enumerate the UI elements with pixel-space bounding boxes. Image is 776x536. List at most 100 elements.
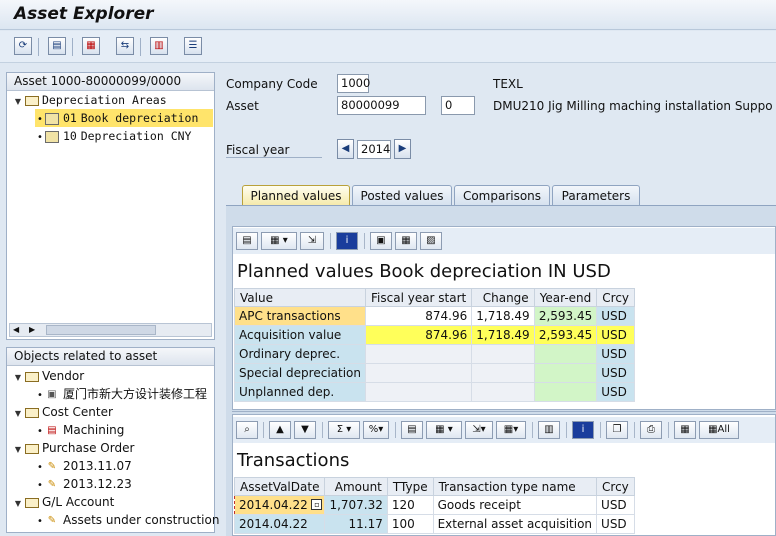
list-icon[interactable]: ☰ [184, 37, 202, 55]
fiscal-year-field[interactable]: 2014 [357, 140, 391, 159]
expand-triangle-icon[interactable]: ▼ [13, 441, 23, 459]
column-header[interactable]: Crcy [596, 477, 635, 496]
asset-number-field[interactable]: 80000099 [337, 96, 426, 115]
table-row[interactable]: 2014.04.22 11.17 100 External asset acqu… [233, 514, 635, 534]
export-icon[interactable]: ⇲▾ [465, 421, 493, 439]
calculator-icon[interactable]: ▦ [395, 232, 417, 250]
table-row[interactable]: Ordinary deprec. USD [234, 344, 636, 364]
column-header[interactable]: Value [234, 288, 366, 307]
info-icon[interactable]: i [336, 232, 358, 250]
purchase-order-item[interactable]: • ✎ 2013.11.07 [35, 457, 132, 475]
cost-center-node[interactable]: ▼ Cost Center [13, 403, 113, 421]
title-bar: Asset Explorer [0, 0, 776, 30]
transfer-icon[interactable]: ⇆ [116, 37, 134, 55]
tab-parameters[interactable]: Parameters [552, 185, 640, 206]
table-row[interactable]: Special depreciation USD [234, 363, 636, 383]
expand-triangle-icon[interactable]: ▼ [13, 369, 23, 387]
row-label: Special depreciation [234, 363, 366, 383]
change-cell [471, 382, 535, 402]
transaction-name-cell: External asset acquisition [432, 514, 598, 534]
expand-triangle-icon[interactable]: ▼ [13, 93, 23, 111]
table-row[interactable]: APC transactions 874.96 1,718.49 2,593.4… [234, 306, 636, 326]
scroll-left-icon[interactable]: ◀ [13, 324, 19, 336]
tab-planned-values[interactable]: Planned values [242, 185, 350, 206]
refresh-icon[interactable]: ⟳ [14, 37, 32, 55]
toolbar-separator [38, 38, 39, 56]
column-header[interactable]: Crcy [596, 288, 636, 307]
layout-icon[interactable]: ▦▾ [496, 421, 526, 439]
assets-icon[interactable]: ▦ [82, 37, 100, 55]
tab-comparisons[interactable]: Comparisons [454, 185, 550, 206]
details-icon[interactable]: ⌕ [236, 421, 258, 439]
document-flow-icon[interactable]: ⎙ [640, 421, 662, 439]
tab-posted-values[interactable]: Posted values [352, 185, 452, 206]
company-code-label: Company Code [226, 77, 318, 91]
column-header[interactable]: AssetValDate [233, 477, 326, 496]
depreciation-areas-node[interactable]: ▼ Depreciation Areas [13, 91, 167, 109]
currency-cell: USD [596, 325, 636, 345]
sort-ascending-icon[interactable]: ▲ [269, 421, 291, 439]
column-header[interactable]: Transaction type name [432, 477, 598, 496]
chart-icon[interactable]: ▥ [538, 421, 560, 439]
vendor-item[interactable]: • ▣ 厦门市新大方设计装修工程 [35, 385, 207, 403]
company-code-field[interactable]: 1000 [337, 74, 370, 93]
purchase-order-node[interactable]: ▼ Purchase Order [13, 439, 135, 459]
asset-label: Asset [226, 99, 259, 113]
purchase-order-date: 2013.11.07 [63, 459, 132, 473]
folder-icon [25, 371, 39, 382]
value-help-icon[interactable]: ▫ [311, 499, 323, 510]
save-icon[interactable]: ▤ [48, 37, 66, 55]
subtotal-icon[interactable]: %▾ [363, 421, 389, 439]
all-button[interactable]: ▦All [699, 421, 739, 439]
tree-item-01-book-depreciation[interactable]: • 01 Book depreciation [35, 109, 213, 127]
currency-cell: USD [596, 344, 636, 364]
chart-icon[interactable]: ▨ [420, 232, 442, 250]
export-icon[interactable]: ⇲ [300, 232, 324, 250]
previous-year-button[interactable]: ◀ [337, 139, 354, 159]
purchase-order-label: Purchase Order [42, 441, 135, 455]
table-row[interactable]: Unplanned dep. USD [234, 382, 636, 402]
folder-icon [25, 443, 39, 454]
tree-item-10-depreciation-cny[interactable]: • 10 Depreciation CNY [35, 127, 191, 145]
currency-cell: USD [596, 363, 636, 383]
column-header[interactable]: Year-end [533, 288, 598, 307]
asset-value-date-cell[interactable]: 2014.04.22 [233, 514, 326, 534]
cost-center-item[interactable]: • ▤ Machining [35, 421, 124, 439]
expand-triangle-icon[interactable]: ▼ [13, 405, 23, 423]
grid-icon[interactable]: ▦ [674, 421, 696, 439]
layout-icon[interactable]: ▣ [370, 232, 392, 250]
gl-account-node[interactable]: ▼ G/L Account [13, 493, 114, 511]
expand-triangle-icon[interactable]: ▼ [13, 495, 23, 513]
print-icon[interactable]: ▤ [401, 421, 423, 439]
horizontal-scrollbar[interactable]: ◀ ▶ [9, 323, 212, 337]
display-icon[interactable]: ▥ [150, 37, 168, 55]
scroll-right-icon[interactable]: ▶ [29, 324, 35, 336]
column-header[interactable]: Amount [324, 477, 388, 496]
fiscal-year-underline [226, 157, 322, 158]
toolbar-separator [140, 38, 141, 56]
transactions-table: AssetValDate Amount TType Transaction ty… [233, 477, 635, 534]
purchase-order-item[interactable]: • ✎ 2013.12.23 [35, 475, 132, 493]
next-year-button[interactable]: ▶ [394, 139, 411, 159]
sum-icon[interactable]: Σ ▾ [328, 421, 360, 439]
filter-icon[interactable]: ▼ [294, 421, 316, 439]
column-header[interactable]: Change [471, 288, 535, 307]
details-icon[interactable]: ▤ [236, 232, 258, 250]
gl-account-item[interactable]: • ✎ Assets under construction [35, 511, 219, 529]
asset-subnumber-field[interactable]: 0 [441, 96, 475, 115]
copy-icon[interactable]: ❐ [606, 421, 628, 439]
column-header[interactable]: Fiscal year start [364, 288, 473, 307]
column-header[interactable]: TType [386, 477, 434, 496]
info-icon[interactable]: i [572, 421, 594, 439]
table-row[interactable]: Acquisition value 874.96 1,718.49 2,593.… [234, 325, 636, 345]
scroll-thumb[interactable] [46, 325, 156, 335]
print-icon[interactable]: ▦ ▾ [261, 232, 297, 250]
view-icon[interactable]: ▦ ▾ [426, 421, 462, 439]
fiscal-year-start-cell [364, 363, 473, 383]
panel-splitter[interactable] [232, 411, 776, 412]
account-icon: ✎ [47, 514, 57, 526]
vendor-node[interactable]: ▼ Vendor [13, 367, 84, 385]
main-toolbar: ⟳ ▤ ▦ ⇆ ▥ ☰ [0, 31, 776, 63]
table-row[interactable]: 2014.04.22 ▫ 1,707.32 120 Goods receipt U… [233, 495, 635, 515]
asset-value-date-cell[interactable]: 2014.04.22 ▫ [233, 495, 326, 515]
